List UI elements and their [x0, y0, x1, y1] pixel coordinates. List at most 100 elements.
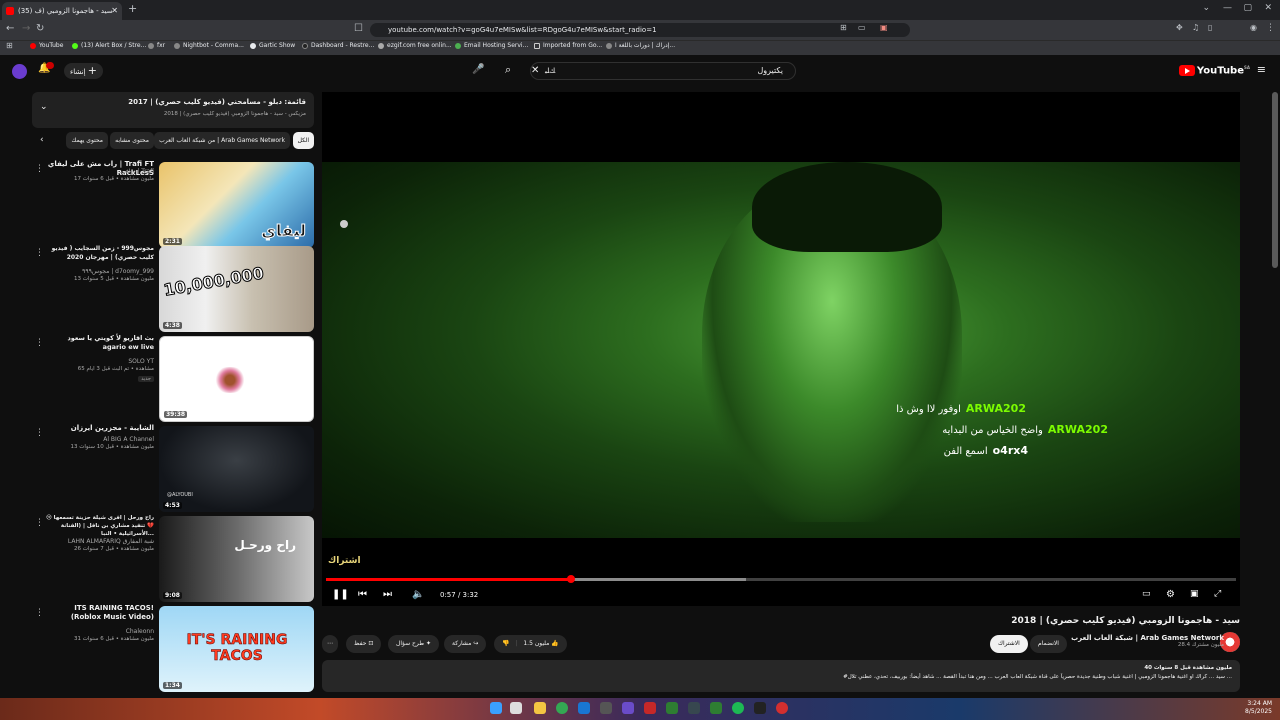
guide-menu-icon[interactable]: ≡ — [1257, 63, 1266, 76]
playlist-panel[interactable]: ⌄ قائمة: دبلو - مسامحني (فيديو كليب حصري… — [32, 92, 314, 128]
list-item[interactable]: IT'S RAINING TACOS 1:34 ⋮ ITS RAINING TA… — [32, 604, 314, 694]
volume-icon[interactable]: 🔈 — [412, 589, 424, 600]
new-tab-icon[interactable]: + — [128, 2, 137, 15]
youtube-logo[interactable]: YouTubeSA — [1178, 65, 1250, 77]
forward-icon[interactable]: → — [22, 23, 30, 34]
bookmark-item[interactable]: YouTube — [30, 42, 63, 49]
apps-grid-icon[interactable]: ⊞ — [6, 41, 13, 50]
bookmark-item[interactable]: Nightbot - Comma... — [174, 42, 244, 49]
page-scrollbar[interactable] — [1272, 92, 1278, 268]
list-item[interactable]: 39:38 ⋮ بث اقاريو لأ كويتي يا سعود agari… — [32, 334, 314, 424]
like-icon[interactable]: 👍 — [551, 640, 558, 647]
join-button[interactable]: الانضمام — [1030, 635, 1067, 653]
settings-gear-icon[interactable]: ⚙ — [1166, 589, 1175, 600]
share-button[interactable]: مشاركة ↪ — [444, 635, 487, 653]
ask-button[interactable]: طرح سؤال ✦ — [388, 635, 439, 653]
subtitles-icon[interactable]: ▭ — [1142, 589, 1151, 599]
xbox-icon[interactable] — [666, 702, 678, 714]
maximize-icon[interactable]: ▢ — [1243, 3, 1252, 13]
avatar[interactable] — [12, 64, 27, 79]
close-window-icon[interactable]: ✕ — [1264, 3, 1272, 13]
video-thumbnail[interactable]: IT'S RAINING TACOS 1:34 — [159, 606, 314, 692]
bookmark-item[interactable]: إدراك | دورات باللغة ا... — [606, 42, 675, 49]
clear-search-icon[interactable]: ✕ — [531, 63, 539, 79]
list-item[interactable]: راح ورحـل 9:08 ⋮ راح ورحل | افرى شيلة حز… — [32, 515, 314, 604]
system-clock[interactable]: 3:24 AM 8/5/2025 — [1245, 700, 1272, 716]
video-thumbnail[interactable]: @ALYOUBI 4:53 — [159, 426, 314, 512]
video-thumbnail[interactable]: ليفاي 2:31 — [159, 162, 314, 248]
create-button[interactable]: إنشاء + — [64, 63, 104, 79]
subscribe-watermark[interactable]: اشتراك — [328, 556, 361, 566]
miniplayer-icon[interactable]: ▣ — [1190, 589, 1199, 599]
chrome-icon[interactable] — [556, 702, 568, 714]
cast-icon[interactable]: ▭ — [858, 23, 866, 32]
channel-info[interactable]: شبكة العاب العرب | Arab Games Network 28… — [1071, 634, 1224, 648]
previous-icon[interactable]: ⏮ — [358, 589, 367, 600]
minimize-icon[interactable]: — — [1223, 3, 1232, 13]
bookmark-page-icon[interactable]: ☐ — [354, 23, 363, 34]
list-item[interactable]: 10,000,000 4:38 ⋮ مجوس999 - زمن السجايب … — [32, 245, 314, 334]
bookmark-folder[interactable]: Imported from Go... — [534, 42, 602, 49]
app-icon[interactable] — [600, 702, 612, 714]
file-explorer-icon[interactable] — [534, 702, 546, 714]
discord-icon[interactable] — [622, 702, 634, 714]
back-icon[interactable]: ← — [6, 23, 14, 34]
browser-menu-icon[interactable]: ⋮ — [1266, 23, 1275, 33]
media-icon[interactable]: ♫ — [1192, 23, 1199, 32]
extension-badge-icon[interactable]: ▣ — [880, 23, 888, 32]
search-button-icon[interactable]: ⌕ — [505, 63, 511, 77]
sidepanel-icon[interactable]: ▯ — [1208, 23, 1212, 32]
extensions-icon[interactable]: ✥ — [1176, 23, 1183, 32]
tab-search-icon[interactable]: ⌄ — [1202, 3, 1210, 13]
subscribed-button[interactable]: الاشتراك — [990, 635, 1028, 653]
app-icon[interactable] — [578, 702, 590, 714]
app-icon[interactable] — [644, 702, 656, 714]
bookmark-item[interactable]: Email Hosting Servi... — [455, 42, 528, 49]
bookmark-item[interactable]: Gartic Show — [250, 42, 295, 49]
app-icon[interactable] — [688, 702, 700, 714]
video-meta: 13 مليون مشاهدة • قبل 10 سنوات — [70, 444, 154, 450]
pause-icon[interactable]: ❚❚ — [332, 589, 349, 600]
description-box[interactable]: 40 مليون مشاهدة قبل 8 سنوات #سيد ... كرا… — [322, 660, 1240, 692]
spotify-icon[interactable] — [732, 702, 744, 714]
save-button[interactable]: حفظ ⊡ — [346, 635, 382, 653]
video-thumbnail[interactable]: راح ورحـل 9:08 — [159, 516, 314, 602]
next-icon[interactable]: ⏭ — [383, 589, 392, 600]
translate-icon[interactable]: ⊞ — [840, 23, 847, 32]
chip-from-channel[interactable]: من شبكة العاب العرب | Arab Games Network — [154, 132, 290, 149]
chips-prev-icon[interactable]: ‹ — [40, 135, 44, 145]
reload-icon[interactable]: ↻ — [36, 23, 44, 34]
browser-tab[interactable]: (35) سيد - هاجمونا الزومبي (ف ✕ — [2, 2, 122, 20]
more-actions-icon[interactable]: ⋯ — [322, 635, 338, 653]
bookmark-item[interactable]: ezgif.com free onlin... — [378, 42, 452, 49]
list-item[interactable]: ليفاي 2:31 ⋮ راب مش على ليفاي | Trafi FT… — [32, 160, 314, 250]
search-input[interactable]: ✕ ﻚﻠﺒ يكتيرول — [530, 62, 796, 80]
video-thumbnail[interactable]: 39:38 — [159, 336, 314, 422]
close-tab-icon[interactable]: ✕ — [111, 2, 118, 20]
video-thumbnail[interactable]: 10,000,000 4:38 — [159, 246, 314, 332]
search-taskbar-icon[interactable] — [510, 702, 522, 714]
url-field[interactable]: youtube.com/watch?v=goG4u7eMISw&list=RDg… — [370, 23, 910, 37]
share-icon: ↪ — [473, 640, 479, 647]
list-item[interactable]: @ALYOUBI 4:53 ⋮ الشايبة - مجزرين ايرزان … — [32, 424, 314, 514]
chip-all[interactable]: الكل — [292, 132, 314, 149]
app-icon[interactable] — [710, 702, 722, 714]
microphone-icon[interactable]: 🎤 — [472, 64, 484, 75]
chip-for-you[interactable]: محتوى يهمك — [66, 132, 108, 149]
bookmark-item[interactable]: fxr — [148, 42, 165, 49]
start-icon[interactable] — [490, 702, 502, 714]
bookmark-item[interactable]: (13) Alert Box / Stre... — [72, 42, 146, 49]
collapse-chevron-icon[interactable]: ⌄ — [40, 102, 48, 112]
like-dislike-button[interactable]: 👎 | 1.5 مليون 👍 — [494, 635, 567, 653]
app-icon[interactable] — [754, 702, 766, 714]
video-frame[interactable]: اوفور لاا وش ذا ARWA202 واضح الخياس من ال… — [322, 162, 1240, 538]
fullscreen-icon[interactable]: ⤢ — [1214, 589, 1221, 599]
bookmark-item[interactable]: Dashboard - Restre... — [302, 42, 374, 49]
clock-date: 8/5/2025 — [1245, 708, 1272, 715]
dislike-icon[interactable]: 👎 — [502, 640, 509, 647]
app-icon[interactable] — [776, 702, 788, 714]
chip-similar[interactable]: محتوى مشابه — [110, 132, 154, 149]
channel-name[interactable]: شبكة العاب العرب | Arab Games Network — [1071, 634, 1224, 642]
profile-icon[interactable]: ◉ — [1250, 23, 1257, 32]
progress-scrubber[interactable] — [566, 575, 575, 583]
